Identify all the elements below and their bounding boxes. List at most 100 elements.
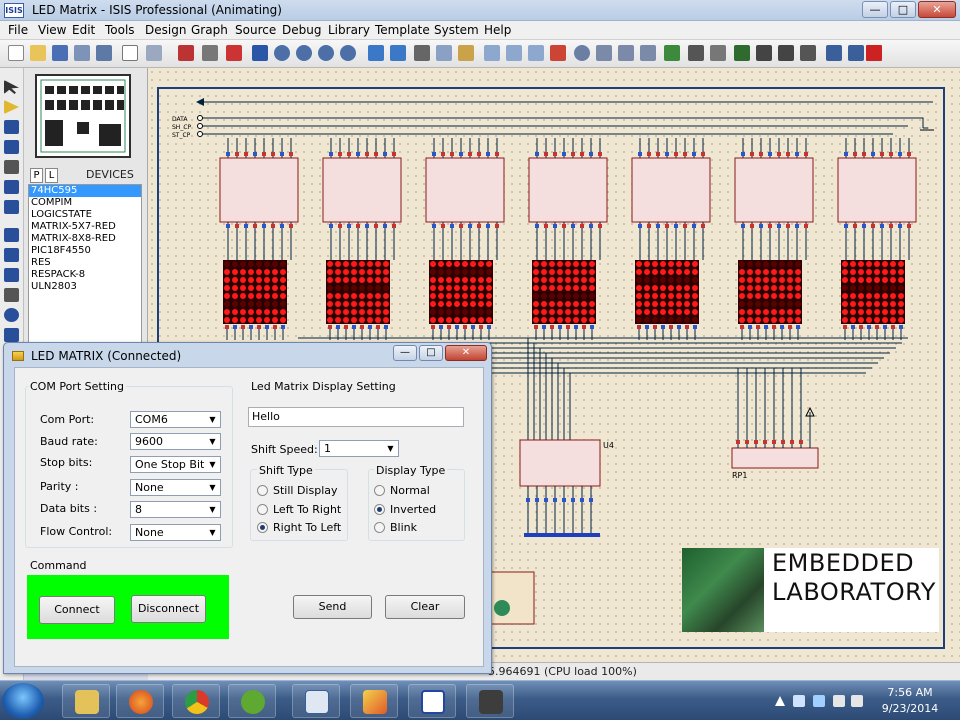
open-folder-icon[interactable] — [30, 45, 46, 61]
terminals-icon[interactable] — [4, 228, 19, 242]
menu-template[interactable]: Template — [375, 23, 430, 37]
selection-mode-icon[interactable] — [4, 80, 19, 94]
taskbar-chrome[interactable] — [172, 684, 220, 718]
taskbar-unknown-app[interactable] — [466, 684, 514, 718]
taskbar-isis[interactable] — [408, 684, 456, 718]
junction-dot-icon[interactable] — [4, 120, 19, 134]
zoom-area-icon[interactable] — [340, 45, 356, 61]
export-icon[interactable] — [96, 45, 112, 61]
print-icon[interactable] — [122, 45, 138, 61]
block-move-icon[interactable] — [506, 45, 522, 61]
pick-devices-tab[interactable]: P — [30, 168, 43, 183]
decompose-icon[interactable] — [640, 45, 656, 61]
dialog-close-button[interactable]: ✕ — [445, 345, 487, 361]
device-pins-icon[interactable] — [4, 248, 19, 262]
device-item-respack[interactable]: RESPACK-8 — [29, 269, 141, 281]
overview-window[interactable] — [35, 74, 131, 158]
disconnect-button[interactable]: Disconnect — [131, 595, 206, 623]
show-hidden-icons-icon[interactable] — [775, 696, 785, 706]
cut-icon[interactable] — [414, 45, 430, 61]
netlist-to-ares-icon[interactable] — [866, 45, 882, 61]
taskbar-utorrent[interactable] — [228, 684, 276, 718]
battery-icon[interactable] — [833, 695, 845, 707]
clock-date[interactable]: 9/23/2014 — [873, 702, 947, 715]
save-icon[interactable] — [52, 45, 68, 61]
taskbar-explorer[interactable] — [62, 684, 110, 718]
taskbar-visual-basic[interactable] — [292, 684, 340, 718]
block-rotate-icon[interactable] — [528, 45, 544, 61]
text-script-icon[interactable] — [4, 160, 19, 174]
device-item-res[interactable]: RES — [29, 257, 141, 269]
menu-file[interactable]: File — [8, 23, 28, 37]
property-assignment-icon[interactable] — [710, 45, 726, 61]
action-center-icon[interactable] — [793, 695, 805, 707]
grid-icon[interactable] — [202, 45, 218, 61]
undo-icon[interactable] — [368, 45, 384, 61]
taskbar-firefox[interactable] — [116, 684, 164, 718]
menu-source[interactable]: Source — [235, 23, 276, 37]
block-delete-icon[interactable] — [550, 45, 566, 61]
remove-sheet-icon[interactable] — [756, 45, 772, 61]
connect-button[interactable]: Connect — [39, 596, 115, 624]
wire-label-icon[interactable] — [4, 140, 19, 154]
device-item-compim[interactable]: COMPIM — [29, 197, 141, 209]
start-button[interactable] — [2, 683, 44, 719]
dialog-maximize-button[interactable]: □ — [419, 345, 443, 361]
menu-help[interactable]: Help — [484, 23, 511, 37]
pick-device-icon[interactable] — [574, 45, 590, 61]
message-input[interactable]: Hello — [248, 407, 464, 427]
component-mode-icon[interactable] — [4, 100, 19, 114]
send-button[interactable]: Send — [293, 595, 372, 619]
device-item-74hc595[interactable]: 74HC595 — [29, 185, 141, 197]
voltage-probe-icon[interactable] — [4, 328, 19, 342]
menu-tools[interactable]: Tools — [105, 23, 135, 37]
clear-button[interactable]: Clear — [385, 595, 465, 619]
device-item-logicstate[interactable]: LOGICSTATE — [29, 209, 141, 221]
shift-speed-select[interactable]: 1 ▼ — [319, 440, 399, 457]
system-tray[interactable] — [775, 694, 867, 708]
pan-icon[interactable] — [252, 45, 268, 61]
design-explorer-icon[interactable] — [800, 45, 816, 61]
maximize-button[interactable]: □ — [890, 1, 916, 18]
dialog-minimize-button[interactable]: — — [393, 345, 417, 361]
packaging-tool-icon[interactable] — [618, 45, 634, 61]
bill-of-materials-icon[interactable] — [826, 45, 842, 61]
library-tab[interactable]: L — [45, 168, 58, 183]
device-item-matrix-8x8[interactable]: MATRIX-8X8-RED — [29, 233, 141, 245]
zoom-in-icon[interactable] — [274, 45, 290, 61]
network-icon[interactable] — [813, 695, 825, 707]
clock-time[interactable]: 7:56 AM — [880, 686, 940, 699]
volume-icon[interactable] — [851, 695, 863, 707]
menu-library[interactable]: Library — [328, 23, 370, 37]
baud-rate-select[interactable]: 9600 ▼ — [130, 433, 221, 450]
menu-system[interactable]: System — [434, 23, 479, 37]
buses-icon[interactable] — [4, 180, 19, 194]
taskbar-led-matrix-app[interactable] — [350, 684, 398, 718]
close-button[interactable]: ✕ — [918, 1, 956, 18]
generator-icon[interactable] — [4, 308, 19, 322]
menu-graph[interactable]: Graph — [191, 23, 228, 37]
new-sheet-icon[interactable] — [734, 45, 750, 61]
data-bits-select[interactable]: 8 ▼ — [130, 501, 221, 518]
search-icon[interactable] — [688, 45, 704, 61]
goto-sheet-icon[interactable] — [778, 45, 794, 61]
print-area-icon[interactable] — [146, 45, 162, 61]
wire-autorouter-icon[interactable] — [664, 45, 680, 61]
minimize-button[interactable]: — — [862, 1, 888, 18]
parity-select[interactable]: None ▼ — [130, 479, 221, 496]
redo-icon[interactable] — [390, 45, 406, 61]
menu-design[interactable]: Design — [145, 23, 186, 37]
device-item-pic18f4550[interactable]: PIC18F4550 — [29, 245, 141, 257]
device-item-matrix-5x7[interactable]: MATRIX-5X7-RED — [29, 221, 141, 233]
make-device-icon[interactable] — [596, 45, 612, 61]
subcircuit-icon[interactable] — [4, 200, 19, 214]
paste-icon[interactable] — [458, 45, 474, 61]
zoom-all-icon[interactable] — [318, 45, 334, 61]
com-port-select[interactable]: COM6 ▼ — [130, 411, 221, 428]
import-icon[interactable] — [74, 45, 90, 61]
redraw-icon[interactable] — [178, 45, 194, 61]
menu-debug[interactable]: Debug — [282, 23, 321, 37]
flow-control-select[interactable]: None ▼ — [130, 524, 221, 541]
stop-bits-select[interactable]: One Stop Bit ▼ — [130, 456, 221, 473]
origin-icon[interactable] — [226, 45, 242, 61]
